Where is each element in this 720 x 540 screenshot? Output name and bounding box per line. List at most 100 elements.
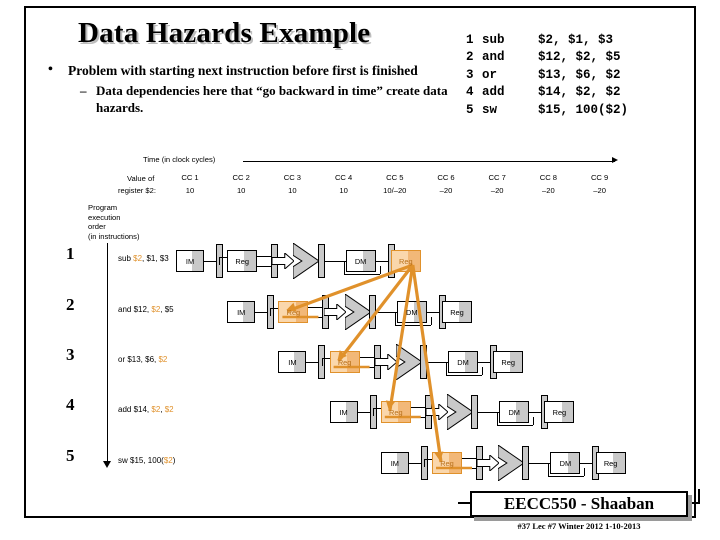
- footer-meta-label: #37 Lec #7 Winter 2012 1-10-2013: [517, 521, 641, 531]
- program-order-label: Program execution order (in instructions): [88, 203, 139, 241]
- datapath-wire: [478, 412, 500, 414]
- row-instruction: or $13, $6, $2: [118, 355, 167, 364]
- alu-icon: [498, 445, 525, 481]
- row-number: 5: [66, 446, 75, 465]
- datapath-wire: [462, 468, 476, 470]
- row-instruction: sub $2, $1, $3: [118, 254, 169, 263]
- reg-box: Reg: [278, 301, 309, 323]
- register-ref-highlight: $2: [151, 305, 161, 314]
- datapath-wire: [375, 312, 397, 314]
- cycle-header: CC 8: [539, 173, 558, 182]
- cycle-header: CC 6: [437, 173, 455, 182]
- register-value: –20: [593, 186, 606, 195]
- program-order-line: [107, 243, 108, 463]
- wb-reg-box-label: Reg: [552, 407, 567, 417]
- pipeline-register: [368, 295, 376, 329]
- wb-reg-box-label: Reg: [399, 256, 413, 266]
- register-value-label-1: Value of: [127, 174, 155, 183]
- im-box-label: IM: [237, 307, 246, 317]
- cycle-header: CC 7: [488, 173, 506, 182]
- reg-box-label: Reg: [235, 256, 249, 266]
- program-order-line-text: (in instructions): [88, 231, 140, 241]
- datapath-wire: [394, 325, 431, 327]
- register-value: 10: [236, 186, 246, 195]
- wb-reg-box: Reg: [493, 351, 524, 373]
- datapath-wire-vertical: [219, 257, 221, 265]
- reg-box: Reg: [380, 401, 411, 423]
- datapath-wire: [410, 417, 425, 419]
- instruction-text: add $14,: [118, 405, 152, 414]
- datapath-wire: [257, 256, 272, 258]
- reg-box-label: Reg: [440, 458, 454, 468]
- datapath-wire: [204, 261, 216, 263]
- pipeline-register: [471, 395, 479, 429]
- reg-box-label: Reg: [286, 307, 301, 317]
- cycle-header: CC 5: [386, 173, 404, 182]
- datapath-wire-vertical: [270, 308, 272, 316]
- instruction-text: , $1, $3: [142, 254, 169, 263]
- slide-canvas: Data Hazards Example • Problem with star…: [0, 0, 720, 540]
- register-value: 10/–20: [383, 186, 407, 195]
- datapath-wire-vertical: [584, 468, 586, 476]
- register-value: –20: [490, 186, 504, 195]
- cycle-header: CC 1: [181, 173, 199, 182]
- datapath-wire: [375, 261, 388, 263]
- register-value: –20: [439, 186, 453, 195]
- pipeline-diagram: Time (in clock cycles) Value of register…: [0, 0, 720, 540]
- im-box-label: IM: [339, 407, 348, 417]
- wb-reg-box-label: Reg: [603, 458, 618, 468]
- dm-box-label: DM: [559, 458, 572, 468]
- reg-box: Reg: [227, 250, 258, 272]
- datapath-wire: [529, 412, 542, 414]
- dm-box-label: DM: [508, 407, 520, 417]
- datapath-wire-vertical: [430, 317, 432, 325]
- datapath-wire: [410, 407, 425, 409]
- datapath-wire-vertical: [497, 412, 499, 425]
- row-number: 3: [66, 345, 75, 364]
- alu-icon: [293, 243, 320, 279]
- instruction-text: ): [172, 456, 176, 465]
- row-instruction: and $12, $2, $5: [118, 305, 174, 314]
- row-instruction: add $14, $2, $2: [118, 405, 174, 414]
- dm-box: DM: [550, 452, 581, 474]
- im-box: IM: [176, 250, 204, 272]
- datapath-wire: [427, 362, 448, 364]
- mux-arrow-icon: [272, 253, 295, 269]
- wb-reg-box: Reg: [390, 250, 421, 272]
- reg-box: Reg: [329, 351, 360, 373]
- dm-box-label: DM: [354, 256, 367, 266]
- register-ref-highlight: $2: [163, 456, 173, 465]
- row-number: 1: [66, 244, 75, 263]
- datapath-wire-vertical: [482, 367, 484, 375]
- datapath-wire: [529, 463, 551, 465]
- register-value-label-2: register $2:: [118, 186, 156, 195]
- datapath-wire-vertical: [394, 312, 396, 325]
- wb-reg-box: Reg: [442, 301, 472, 323]
- pipeline-register: [420, 345, 427, 379]
- datapath-wire-vertical: [321, 358, 323, 366]
- datapath-wire: [306, 362, 319, 364]
- footer-tick-right-vertical: [698, 489, 700, 503]
- alu-icon: [395, 344, 422, 380]
- datapath-wire: [324, 261, 346, 263]
- wb-reg-box-label: Reg: [450, 307, 464, 317]
- program-order-line-text: execution: [88, 212, 121, 222]
- program-order-line-text: order: [88, 222, 106, 232]
- time-axis-line: [243, 161, 615, 162]
- datapath-wire-vertical: [372, 408, 374, 416]
- instruction-text: or $13, $6,: [118, 355, 159, 364]
- instruction-text: and $12,: [118, 305, 152, 314]
- dm-box: DM: [345, 250, 376, 272]
- datapath-wire: [219, 257, 228, 259]
- im-box-label: IM: [288, 357, 297, 367]
- datapath-wire: [462, 458, 476, 460]
- datapath-wire: [308, 317, 323, 319]
- mux-arrow-icon: [374, 354, 397, 370]
- im-box-label: IM: [390, 458, 399, 468]
- hazard-arrow: [385, 264, 415, 412]
- register-ref-highlight: $2: [151, 405, 161, 414]
- datapath-wire-vertical: [424, 459, 426, 467]
- program-order-line-text: Program: [88, 203, 118, 212]
- im-box: IM: [329, 401, 358, 423]
- datapath-wire: [308, 307, 323, 309]
